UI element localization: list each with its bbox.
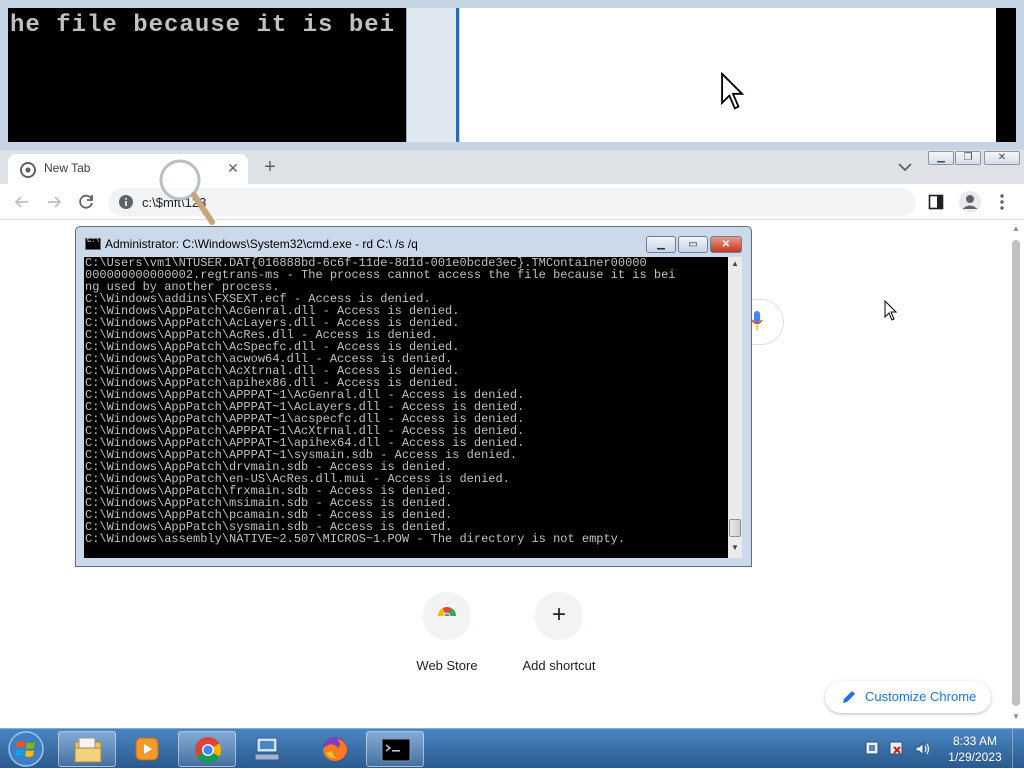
firefox-icon (323, 737, 347, 761)
shortcut-label: Add shortcut (522, 658, 596, 673)
scroll-thumb[interactable] (1012, 240, 1020, 706)
cmd-window[interactable]: C:\ Administrator: C:\Windows\System32\c… (75, 226, 752, 567)
site-info-icon[interactable] (118, 194, 134, 210)
network-icon (254, 737, 280, 761)
background-window-accent (456, 8, 459, 142)
background-window-edge (996, 8, 1016, 142)
back-arrow-icon[interactable] (12, 192, 32, 212)
taskbar-chrome[interactable] (178, 731, 236, 767)
window-restore-button[interactable]: ❐ (955, 151, 981, 165)
window-minimize-button[interactable]: ▁ (928, 151, 954, 165)
customize-chrome-button[interactable]: Customize Chrome (825, 681, 991, 713)
start-button[interactable] (2, 730, 50, 768)
tab-title: New Tab (44, 161, 91, 175)
taskbar-firefox[interactable] (306, 731, 364, 767)
cmd-window-icon: C:\ (85, 237, 101, 250)
forward-arrow-icon[interactable] (44, 192, 64, 212)
cmd-titlebar[interactable]: C:\ Administrator: C:\Windows\System32\c… (76, 227, 751, 257)
cmd-title: Administrator: C:\Windows\System32\cmd.e… (105, 237, 418, 251)
background-window: he file because it is bei (0, 0, 1024, 150)
cmd-scroll-up-arrow-icon[interactable]: ▲ (731, 259, 739, 268)
background-window-frame (406, 8, 456, 142)
shortcut-label: Web Store (416, 658, 478, 673)
background-console-text: he file because it is bei (10, 12, 396, 39)
volume-icon (915, 741, 930, 757)
cmd-maximize-button[interactable]: ▭ (678, 236, 708, 253)
system-tray[interactable] (862, 739, 942, 759)
side-panel-icon[interactable] (928, 194, 944, 210)
cmd-close-button[interactable]: ✕ (710, 236, 742, 253)
taskbar-network[interactable] (238, 731, 296, 767)
chrome-toolbar: c:\$mft\123 (0, 184, 1024, 220)
background-console: he file because it is bei (8, 8, 406, 142)
add-icon: + (551, 601, 566, 628)
pencil-icon (843, 691, 855, 703)
media-player-icon (135, 737, 159, 761)
chrome-icon (195, 737, 222, 763)
webstore-icon (438, 607, 456, 620)
taskbar-explorer[interactable] (58, 731, 116, 767)
cmd-scrollbar[interactable]: ▲ ▼ (728, 257, 742, 558)
shortcut-tile (423, 592, 471, 640)
cmd-scroll-down-arrow-icon[interactable]: ▼ (731, 543, 739, 552)
taskbar-cmd[interactable] (366, 731, 424, 767)
reload-icon[interactable] (76, 192, 96, 212)
shortcut-web-store[interactable]: Web Store (402, 592, 492, 673)
action-center-icon (865, 741, 879, 755)
scroll-down-arrow-icon[interactable]: ▼ (1012, 712, 1020, 721)
cmd-output-line: C:\Windows\assembly\NATIVE~2.507\MICROS~… (85, 532, 626, 546)
page-scrollbar[interactable]: ▲ ▼ (1008, 220, 1024, 728)
window-close-button[interactable]: ✕ (984, 151, 1020, 165)
kebab-menu-icon[interactable] (994, 192, 1010, 212)
address-bar[interactable]: c:\$mft\123 (108, 188, 916, 216)
shortcut-tile: + (535, 592, 583, 640)
network-tray-icon (889, 741, 903, 755)
clock-time[interactable]: 8:33 AM (940, 734, 1010, 748)
clock-date[interactable]: 1/29/2023 (940, 750, 1010, 764)
mouse-pointer-icon (721, 72, 745, 110)
cmd-minimize-button[interactable]: ▁ (646, 236, 676, 253)
magnifier-icon (159, 159, 215, 225)
cmd-output: C:\Users\vm1\NTUSER.DAT{016888bd-6c6f-11… (85, 257, 676, 545)
tab-close-icon[interactable]: ✕ (224, 159, 242, 177)
taskbar-media-player[interactable] (118, 731, 176, 767)
cmd-console[interactable]: C:\Users\vm1\NTUSER.DAT{016888bd-6c6f-11… (84, 257, 736, 558)
profile-avatar-icon[interactable] (958, 190, 982, 214)
taskbar: 8:33 AM 1/29/2023 (0, 728, 1024, 769)
microphone-icon[interactable] (750, 310, 764, 332)
scroll-up-arrow-icon[interactable]: ▲ (1012, 224, 1020, 233)
chrome-favicon-icon (20, 162, 36, 178)
cmd-icon (381, 738, 411, 762)
cmd-scroll-thumb[interactable] (729, 519, 741, 537)
mouse-pointer-icon (884, 300, 898, 321)
new-tab-button[interactable]: + (258, 156, 282, 180)
folder-icon (74, 737, 102, 763)
tab-strip: New Tab ✕ + ▁ ❐ ✕ (0, 150, 1024, 184)
customize-chrome-label: Customize Chrome (865, 689, 977, 704)
tab-search-chevron-icon[interactable] (896, 160, 914, 174)
show-desktop-button[interactable] (1012, 729, 1024, 769)
shortcut-add[interactable]: + Add shortcut (514, 592, 604, 673)
